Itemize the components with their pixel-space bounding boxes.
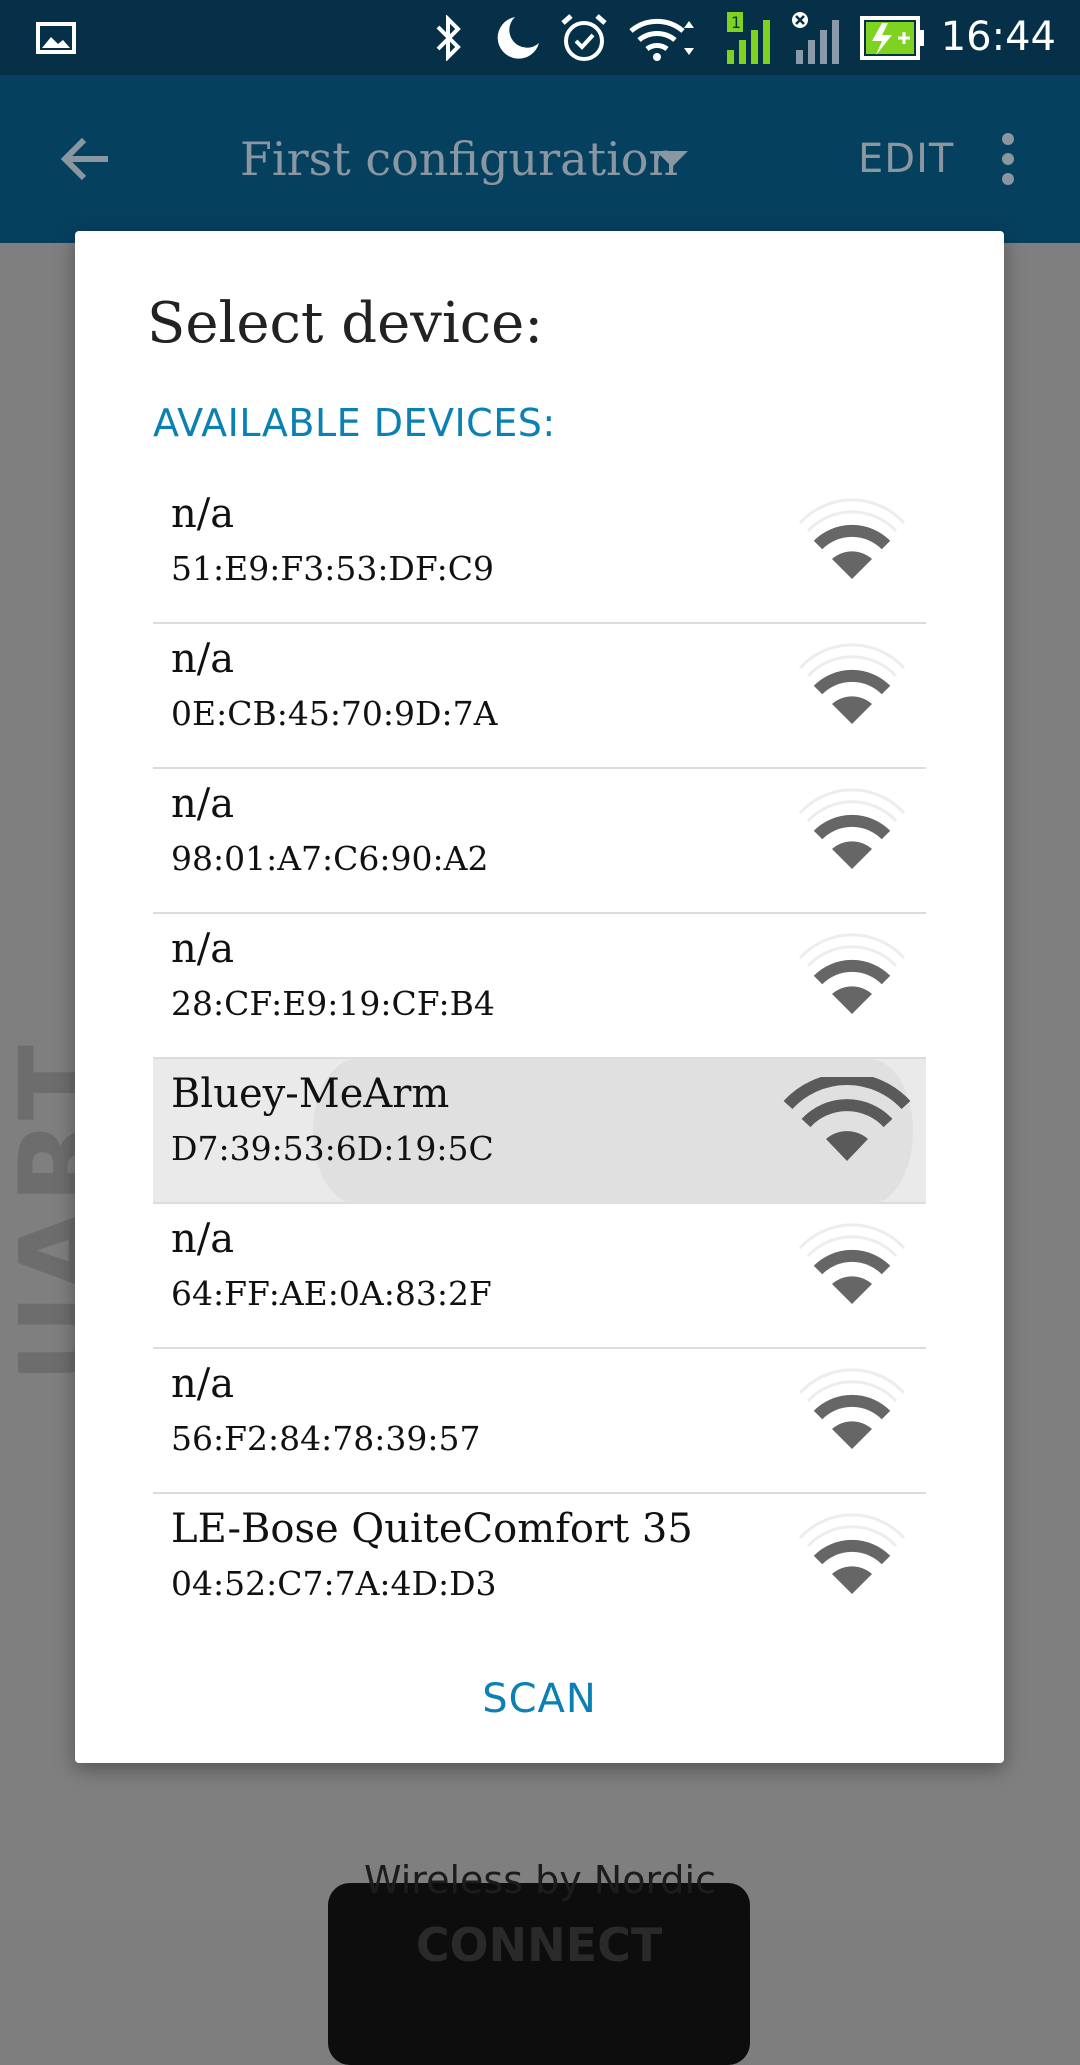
device-address: D7:39:53:6D:19:5C — [171, 1129, 494, 1168]
more-vert-icon[interactable] — [994, 131, 1022, 187]
connect-button[interactable]: CONNECT — [328, 1883, 750, 2065]
device-name: n/a — [171, 926, 235, 972]
device-row[interactable]: n/a 98:01:A7:C6:90:A2 — [153, 769, 926, 914]
device-name: Bluey-MeArm — [171, 1071, 450, 1117]
signal-strength-icon — [792, 1512, 912, 1612]
device-name: n/a — [171, 636, 235, 682]
device-row[interactable]: n/a 64:FF:AE:0A:83:2F — [153, 1204, 926, 1349]
connect-label: CONNECT — [415, 1918, 663, 1972]
device-name: n/a — [171, 1216, 235, 1262]
device-name: LE-Bose QuiteComfort 35 — [171, 1506, 693, 1552]
device-address: 64:FF:AE:0A:83:2F — [171, 1274, 492, 1313]
signal-strength-icon — [792, 1367, 912, 1467]
app-bar: First configuration EDIT — [0, 75, 1080, 243]
device-name: n/a — [171, 1361, 235, 1407]
signal-strength-icon — [792, 787, 912, 887]
cell-signal-sim1-icon: 1 — [722, 0, 782, 75]
device-address: 28:CF:E9:19:CF:B4 — [171, 984, 495, 1023]
device-address: 98:01:A7:C6:90:A2 — [171, 839, 489, 878]
footer-text: Wireless by Nordic — [364, 1858, 716, 1902]
alarm-icon — [556, 0, 612, 75]
gallery-icon — [34, 0, 78, 75]
back-arrow-icon[interactable] — [56, 129, 116, 189]
device-address: 56:F2:84:78:39:57 — [171, 1419, 481, 1458]
device-row[interactable]: Bluey-MeArm D7:39:53:6D:19:5C — [153, 1059, 926, 1204]
edit-button[interactable]: EDIT — [858, 75, 954, 243]
status-bar: 1 16:44 — [0, 0, 1080, 75]
sim1-badge: 1 — [731, 13, 741, 32]
signal-strength-icon — [782, 1073, 912, 1177]
cell-signal-sim2-icon — [790, 0, 846, 75]
signal-strength-icon — [792, 642, 912, 742]
wifi-icon — [626, 0, 698, 75]
device-name: n/a — [171, 491, 235, 537]
device-address: 0E:CB:45:70:9D:7A — [171, 694, 498, 733]
bluetooth-icon — [428, 0, 468, 75]
device-row[interactable]: n/a 51:E9:F3:53:DF:C9 — [153, 479, 926, 624]
device-row[interactable]: n/a 0E:CB:45:70:9D:7A — [153, 624, 926, 769]
device-row[interactable]: n/a 28:CF:E9:19:CF:B4 — [153, 914, 926, 1059]
do-not-disturb-icon — [490, 0, 546, 75]
select-device-dialog: Select device: AVAILABLE DEVICES: n/a 51:… — [75, 231, 1004, 1763]
device-name: n/a — [171, 781, 235, 827]
signal-strength-icon — [792, 1222, 912, 1322]
chevron-down-icon[interactable] — [656, 151, 688, 167]
dialog-title: Select device: — [147, 291, 544, 356]
device-row[interactable]: n/a 56:F2:84:78:39:57 — [153, 1349, 926, 1494]
battery-charging-icon — [858, 0, 928, 75]
scan-button[interactable]: SCAN — [75, 1676, 1004, 1722]
signal-strength-icon — [792, 932, 912, 1032]
device-row[interactable]: LE-Bose QuiteComfort 35 04:52:C7:7A:4D:D3 — [153, 1494, 926, 1639]
device-address: 51:E9:F3:53:DF:C9 — [171, 549, 494, 588]
signal-strength-icon — [792, 497, 912, 597]
device-list: n/a 51:E9:F3:53:DF:C9 n/a 0E:CB:45:70:9D:7A… — [153, 479, 926, 1639]
configuration-title[interactable]: First configuration — [240, 75, 678, 243]
status-time: 16:44 — [940, 14, 1056, 60]
available-devices-header: AVAILABLE DEVICES: — [153, 401, 556, 445]
device-address: 04:52:C7:7A:4D:D3 — [171, 1564, 497, 1603]
